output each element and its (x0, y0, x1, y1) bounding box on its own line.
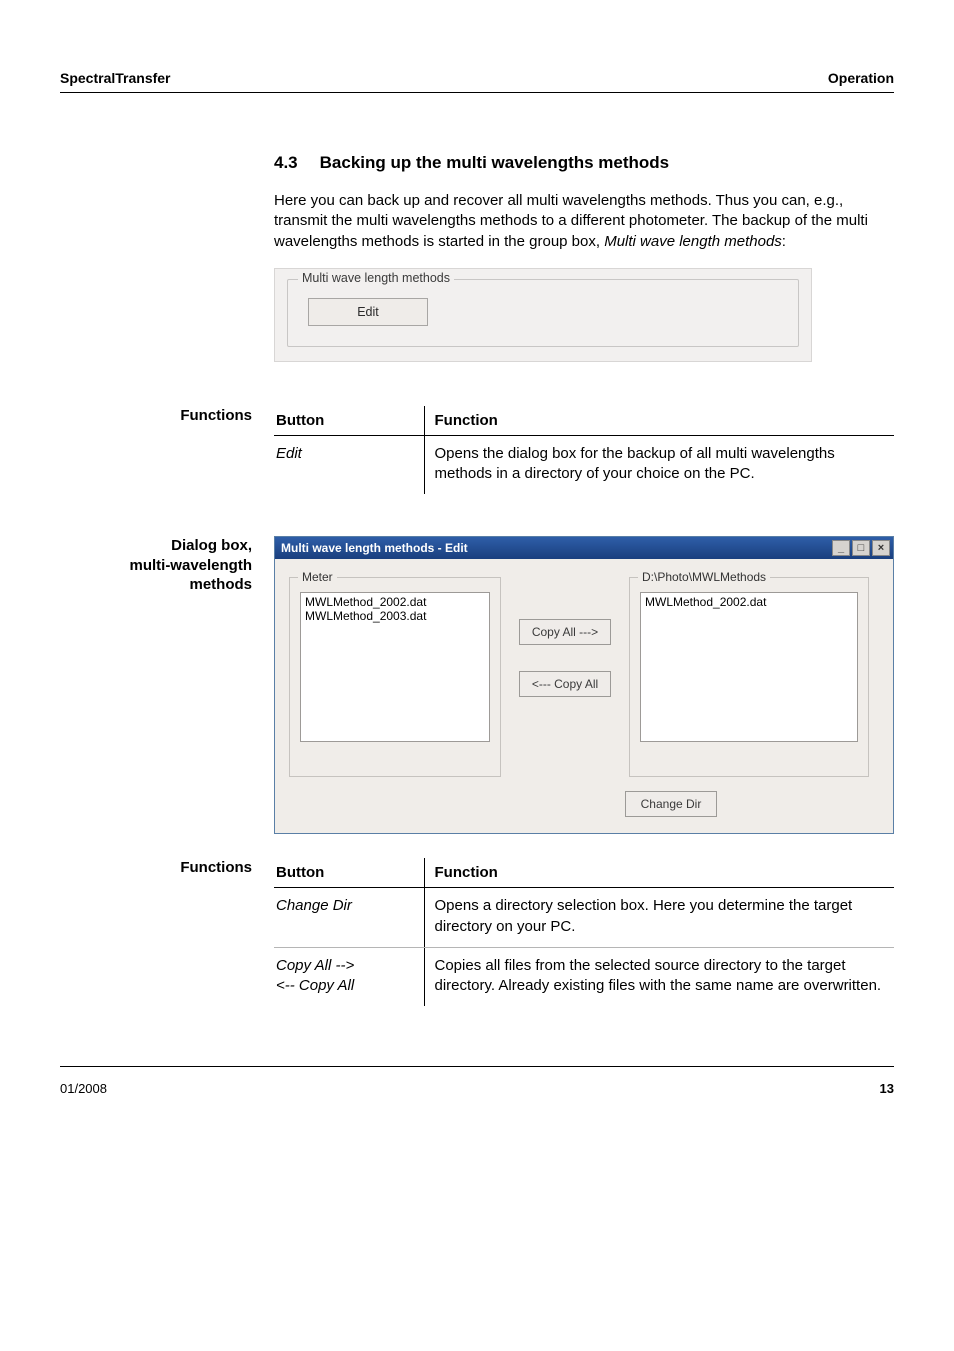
sidebar-functions-2: Functions (60, 858, 274, 878)
target-dir-group: D:\Photo\MWLMethods MWLMethod_2002.dat (629, 577, 869, 777)
window-controls: _ □ × (832, 540, 890, 556)
th-button: Button (274, 858, 424, 888)
page-header: SpectralTransfer Operation (60, 70, 894, 93)
sidebar-dialog-box: Dialog box, multi-wavelength methods (60, 536, 274, 595)
meter-group-title: Meter (298, 570, 337, 584)
section-heading: Backing up the multi wavelengths methods (320, 153, 670, 172)
td-changedir-btn: Change Dir (274, 888, 424, 948)
multi-wave-groupbox: Multi wave length methods Edit (287, 279, 799, 347)
header-left: SpectralTransfer (60, 70, 171, 86)
mwl-edit-dialog: Multi wave length methods - Edit _ □ × M… (274, 536, 894, 834)
section-title: 4.3 Backing up the multi wavelengths meth… (274, 153, 894, 173)
section-number: 4.3 (274, 153, 298, 173)
intro-paragraph: Here you can back up and recover all mul… (274, 191, 894, 252)
td-changedir-fn: Opens a directory selection box. Here yo… (424, 888, 894, 948)
th-function: Function (424, 406, 894, 436)
td-edit-fn: Opens the dialog box for the backup of a… (424, 435, 894, 494)
th-function: Function (424, 858, 894, 888)
td-copyall-fn: Copies all files from the selected sourc… (424, 947, 894, 1006)
target-listbox[interactable]: MWLMethod_2002.dat (640, 592, 858, 742)
list-item[interactable]: MWLMethod_2002.dat (303, 595, 487, 609)
footer-page: 13 (880, 1081, 894, 1096)
intro-emphasis: Multi wave length methods (604, 233, 782, 250)
groupbox-screenshot: Multi wave length methods Edit (274, 268, 812, 362)
copy-all-right-button[interactable]: Copy All ---> (519, 619, 611, 645)
meter-listbox[interactable]: MWLMethod_2002.dat MWLMethod_2003.dat (300, 592, 490, 742)
td-edit-btn: Edit (274, 435, 424, 494)
change-dir-button[interactable]: Change Dir (625, 791, 717, 817)
list-item[interactable]: MWLMethod_2002.dat (643, 595, 855, 609)
close-icon[interactable]: × (872, 540, 890, 556)
td-copyall-btn: Copy All --> <-- Copy All (274, 947, 424, 1006)
edit-button[interactable]: Edit (308, 298, 428, 326)
target-dir-title: D:\Photo\MWLMethods (638, 570, 770, 584)
groupbox-title: Multi wave length methods (298, 271, 454, 285)
functions-table-2: Button Function Change Dir Opens a direc… (274, 858, 894, 1006)
functions-table-1: Button Function Edit Opens the dialog bo… (274, 406, 894, 495)
header-right: Operation (828, 70, 894, 86)
dialog-titlebar: Multi wave length methods - Edit _ □ × (275, 537, 893, 559)
th-button: Button (274, 406, 424, 436)
page-footer: 01/2008 13 (60, 1066, 894, 1096)
footer-date: 01/2008 (60, 1081, 107, 1096)
list-item[interactable]: MWLMethod_2003.dat (303, 609, 487, 623)
maximize-icon[interactable]: □ (852, 540, 870, 556)
sidebar-functions-1: Functions (60, 406, 274, 426)
meter-group: Meter MWLMethod_2002.dat MWLMethod_2003.… (289, 577, 501, 777)
minimize-icon[interactable]: _ (832, 540, 850, 556)
copy-all-left-button[interactable]: <--- Copy All (519, 671, 611, 697)
dialog-title: Multi wave length methods - Edit (281, 541, 832, 555)
